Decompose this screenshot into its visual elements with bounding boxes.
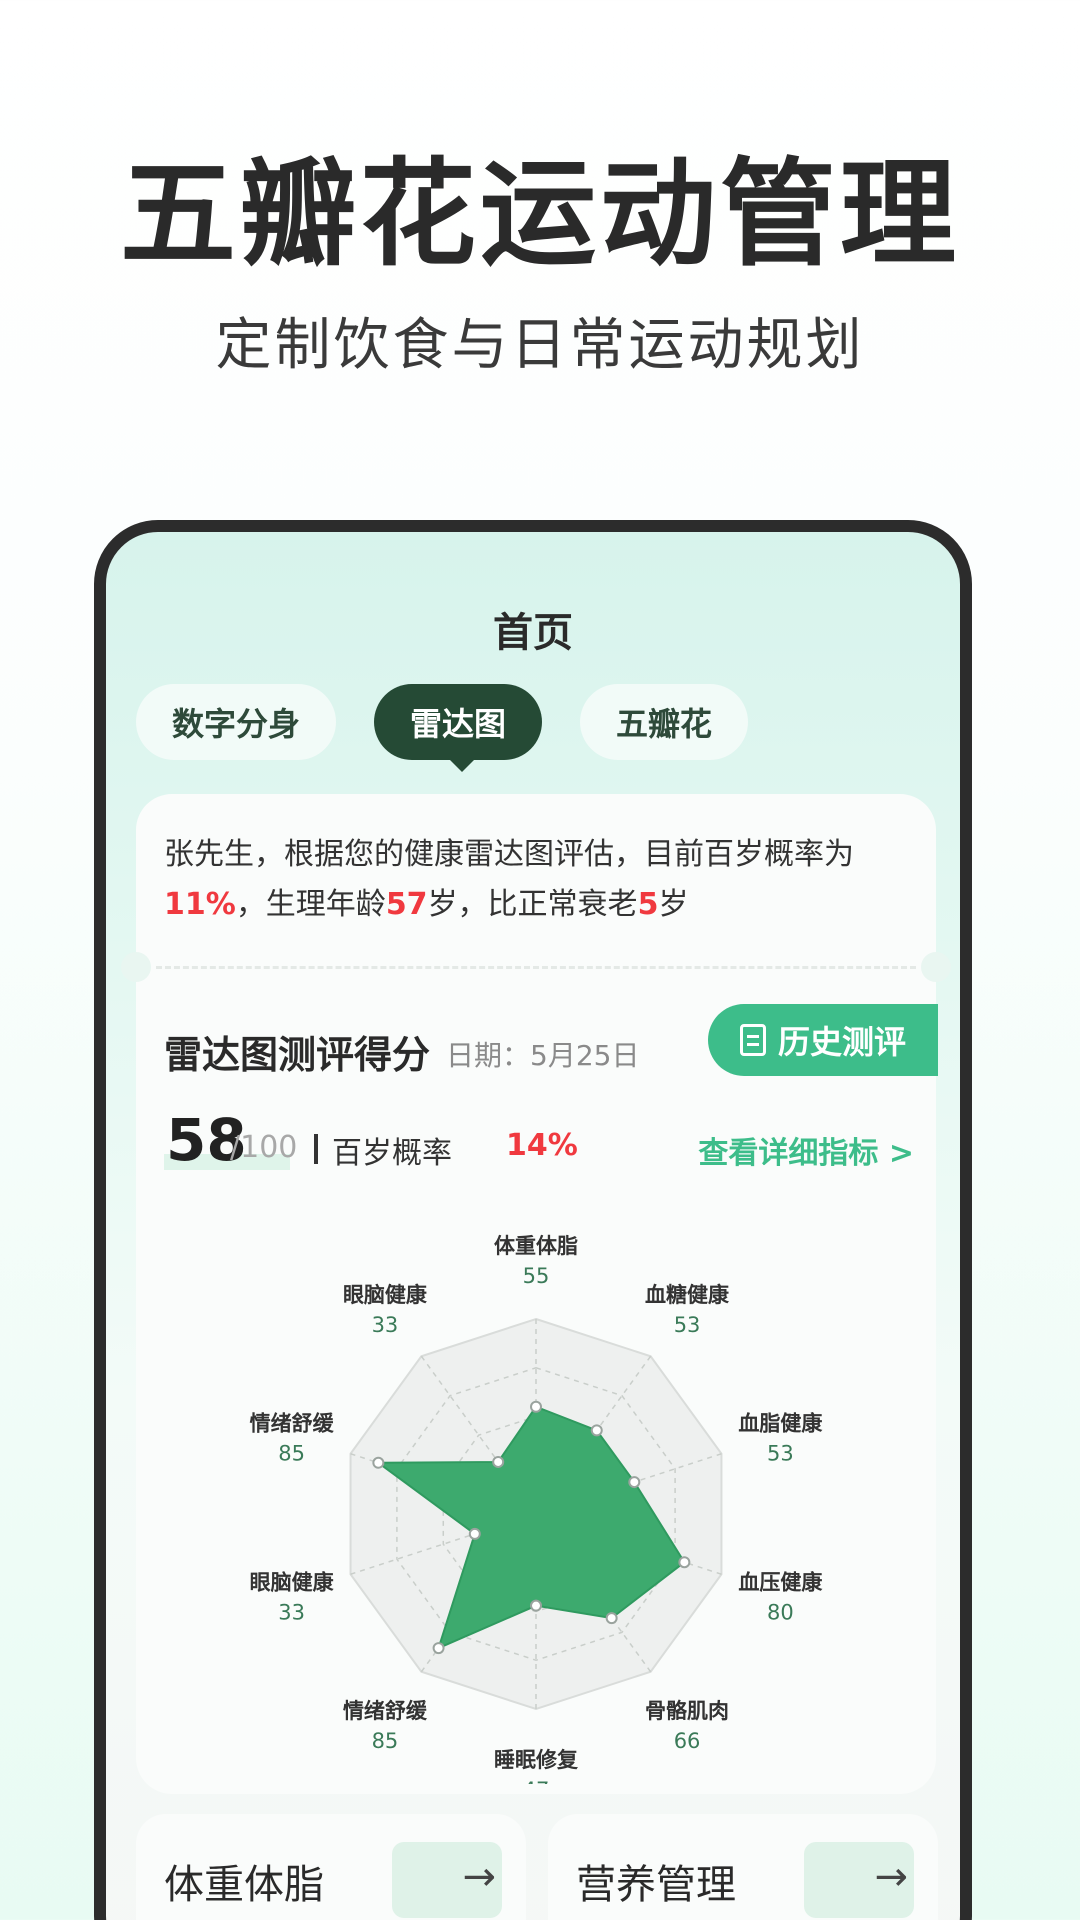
prob-label: 百岁概率 [332, 1136, 452, 1171]
summary-prob: 11% [164, 887, 236, 922]
radar-axis-label: 血糖健康 [645, 1283, 730, 1307]
tab-bar: 数字分身 雷达图 五瓣花 [136, 684, 936, 772]
radar-axis-value: 53 [674, 1313, 701, 1337]
radar-axis-label: 血压健康 [738, 1570, 823, 1594]
history-button[interactable]: 历史测评 [708, 1004, 938, 1076]
radar-axis-label: 情绪舒缓 [343, 1699, 428, 1723]
summary-age: 57 [385, 887, 428, 922]
radar-axis-label: 情绪舒缓 [250, 1412, 335, 1436]
radar-point-5 [530, 1599, 542, 1612]
radar-point-1 [590, 1424, 603, 1437]
tab-digital-twin[interactable]: 数字分身 [136, 684, 336, 760]
radar-axis-label: 眼脑健康 [250, 1570, 335, 1594]
summary-part-2: ，生理年龄 [235, 887, 386, 922]
arrow-right-icon: → [874, 1854, 908, 1900]
active-tab-pointer [448, 758, 476, 772]
nutrition-title: 营养管理 [576, 1862, 736, 1908]
radar-date: 日期：5月25日 [446, 1039, 640, 1072]
prob-value: 14% [506, 1128, 578, 1163]
radar-point-3 [678, 1556, 691, 1569]
tab-five-petal[interactable]: 五瓣花 [580, 684, 748, 760]
radar-axis-label: 眼脑健康 [343, 1283, 428, 1307]
radar-point-6 [432, 1642, 445, 1655]
promo-title: 五瓣花运动管理 [120, 147, 960, 282]
weight-fat-card[interactable]: 体重体脂 → [136, 1814, 526, 1920]
radar-point-8 [372, 1456, 385, 1469]
radar-axis-value: 85 [372, 1729, 399, 1753]
radar-axis-value: 33 [372, 1313, 399, 1337]
summary-part-4: 岁 [658, 887, 689, 922]
history-button-label: 历史测评 [777, 1023, 906, 1061]
radar-point-9 [492, 1455, 505, 1468]
dashed-divider [156, 966, 916, 969]
radar-axis-value: 33 [278, 1600, 305, 1624]
radar-axis-label: 睡眠修复 [494, 1748, 579, 1772]
document-icon [739, 1024, 766, 1056]
radar-card: 张先生，根据您的健康雷达图评估，目前百岁概率为 11%，生理年龄57岁，比正常衰老… [121, 794, 951, 1794]
summary-text: 张先生，根据您的健康雷达图评估，目前百岁概率为 11%，生理年龄57岁，比正常衰老… [164, 830, 914, 930]
summary-part-3: 岁，比正常衰老 [427, 887, 638, 922]
summary-diff: 5 [637, 887, 659, 922]
detail-link[interactable]: 查看详细指标 > [698, 1128, 914, 1172]
radar-axis-label: 骨骼肌肉 [645, 1699, 729, 1723]
phone-frame: 首页 数字分身 雷达图 五瓣花 张先生，根据您的健康雷达图评估，目前百岁概率为 1… [94, 520, 972, 1920]
radar-axis-value: 85 [278, 1442, 305, 1466]
card-notch-right [921, 952, 951, 982]
radar-axis-label: 血脂健康 [738, 1412, 823, 1436]
radar-point-7 [468, 1527, 481, 1540]
nutrition-card[interactable]: 营养管理 → [548, 1814, 938, 1920]
arrow-right-icon: → [462, 1854, 496, 1900]
radar-point-4 [605, 1612, 618, 1625]
radar-axis-value: 80 [767, 1600, 794, 1624]
weight-fat-title: 体重体脂 [164, 1862, 324, 1908]
score-total: /100 [230, 1130, 298, 1165]
radar-section-title: 雷达图测评得分 [164, 1033, 431, 1077]
radar-point-0 [530, 1400, 542, 1413]
radar-axis-value: 55 [523, 1264, 550, 1288]
radar-axis-value: 53 [767, 1442, 794, 1466]
card-notch-left [121, 952, 151, 982]
score-separator [314, 1134, 318, 1164]
radar-point-2 [628, 1476, 641, 1489]
radar-axis-value: 47 [523, 1778, 550, 1784]
radar-axis-label: 体重体脂 [494, 1234, 578, 1258]
tab-radar[interactable]: 雷达图 [374, 684, 542, 760]
summary-part-1: 张先生，根据您的健康雷达图评估，目前百岁概率为 [164, 837, 854, 872]
score-row: 58 /100 百岁概率 14% 查看详细指标 > [164, 1106, 914, 1182]
promo-subtitle: 定制饮食与日常运动规划 [215, 313, 865, 378]
radar-chart: 体重体脂 55 血糖健康 53 血脂健康 53 血压健康 80 骨骼肌肉 66 睡眠修复 47 情绪舒缓… [250, 1234, 824, 1784]
page-title: 首页 [493, 610, 573, 656]
radar-axis-value: 66 [674, 1729, 701, 1753]
